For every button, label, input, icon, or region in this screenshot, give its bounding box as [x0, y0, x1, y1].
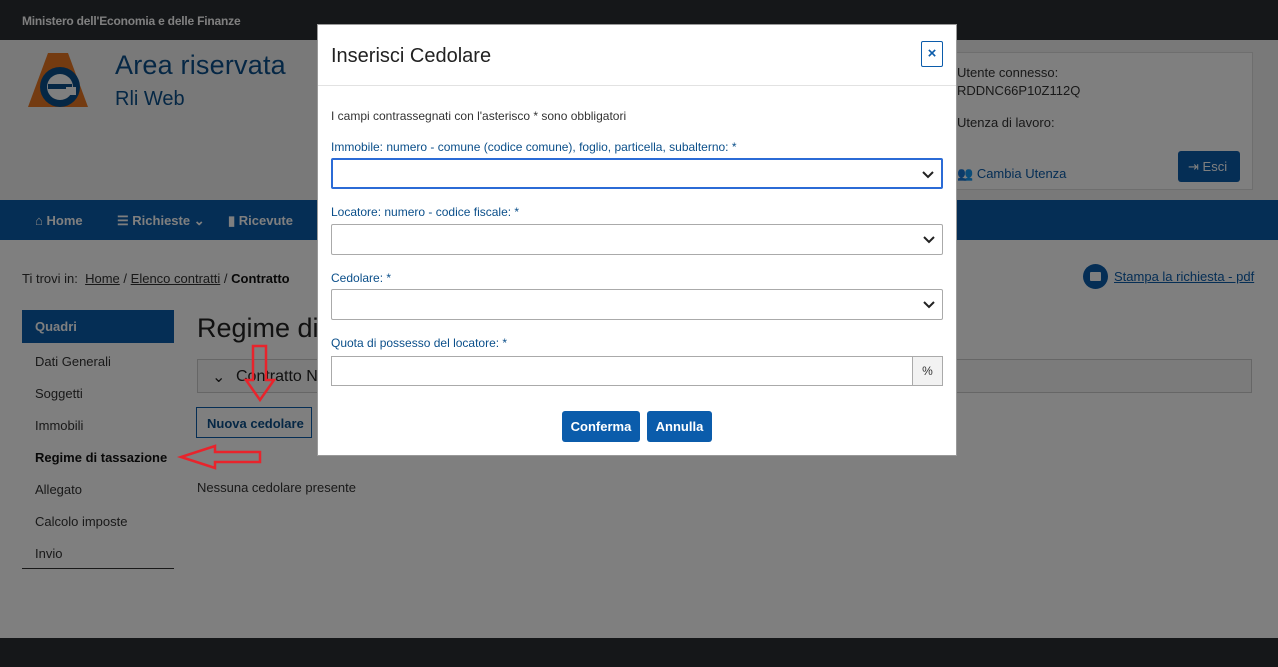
- cedolare-select[interactable]: [331, 289, 943, 320]
- chevron-down-icon: [923, 301, 935, 309]
- chevron-down-icon: [922, 171, 934, 179]
- dialog-title: Inserisci Cedolare: [331, 45, 492, 67]
- percent-addon: %: [912, 356, 943, 386]
- cedolare-field-label: Cedolare: *: [331, 271, 392, 285]
- share-input[interactable]: [331, 356, 913, 386]
- dialog-divider: [318, 85, 956, 86]
- property-field-label: Immobile: numero - comune (codice comune…: [331, 140, 737, 154]
- insert-cedolare-dialog: Inserisci Cedolare × I campi contrassegn…: [317, 24, 957, 456]
- cancel-button[interactable]: Annulla: [647, 411, 712, 442]
- landlord-select[interactable]: [331, 224, 943, 255]
- property-select[interactable]: [331, 158, 943, 189]
- share-field-label: Quota di possesso del locatore: *: [331, 336, 508, 350]
- landlord-field-label: Locatore: numero - codice fiscale: *: [331, 205, 520, 219]
- chevron-down-icon: [923, 236, 935, 244]
- close-dialog-button[interactable]: ×: [921, 41, 943, 67]
- required-fields-hint: I campi contrassegnati con l'asterisco *…: [331, 109, 627, 123]
- confirm-button[interactable]: Conferma: [562, 411, 640, 442]
